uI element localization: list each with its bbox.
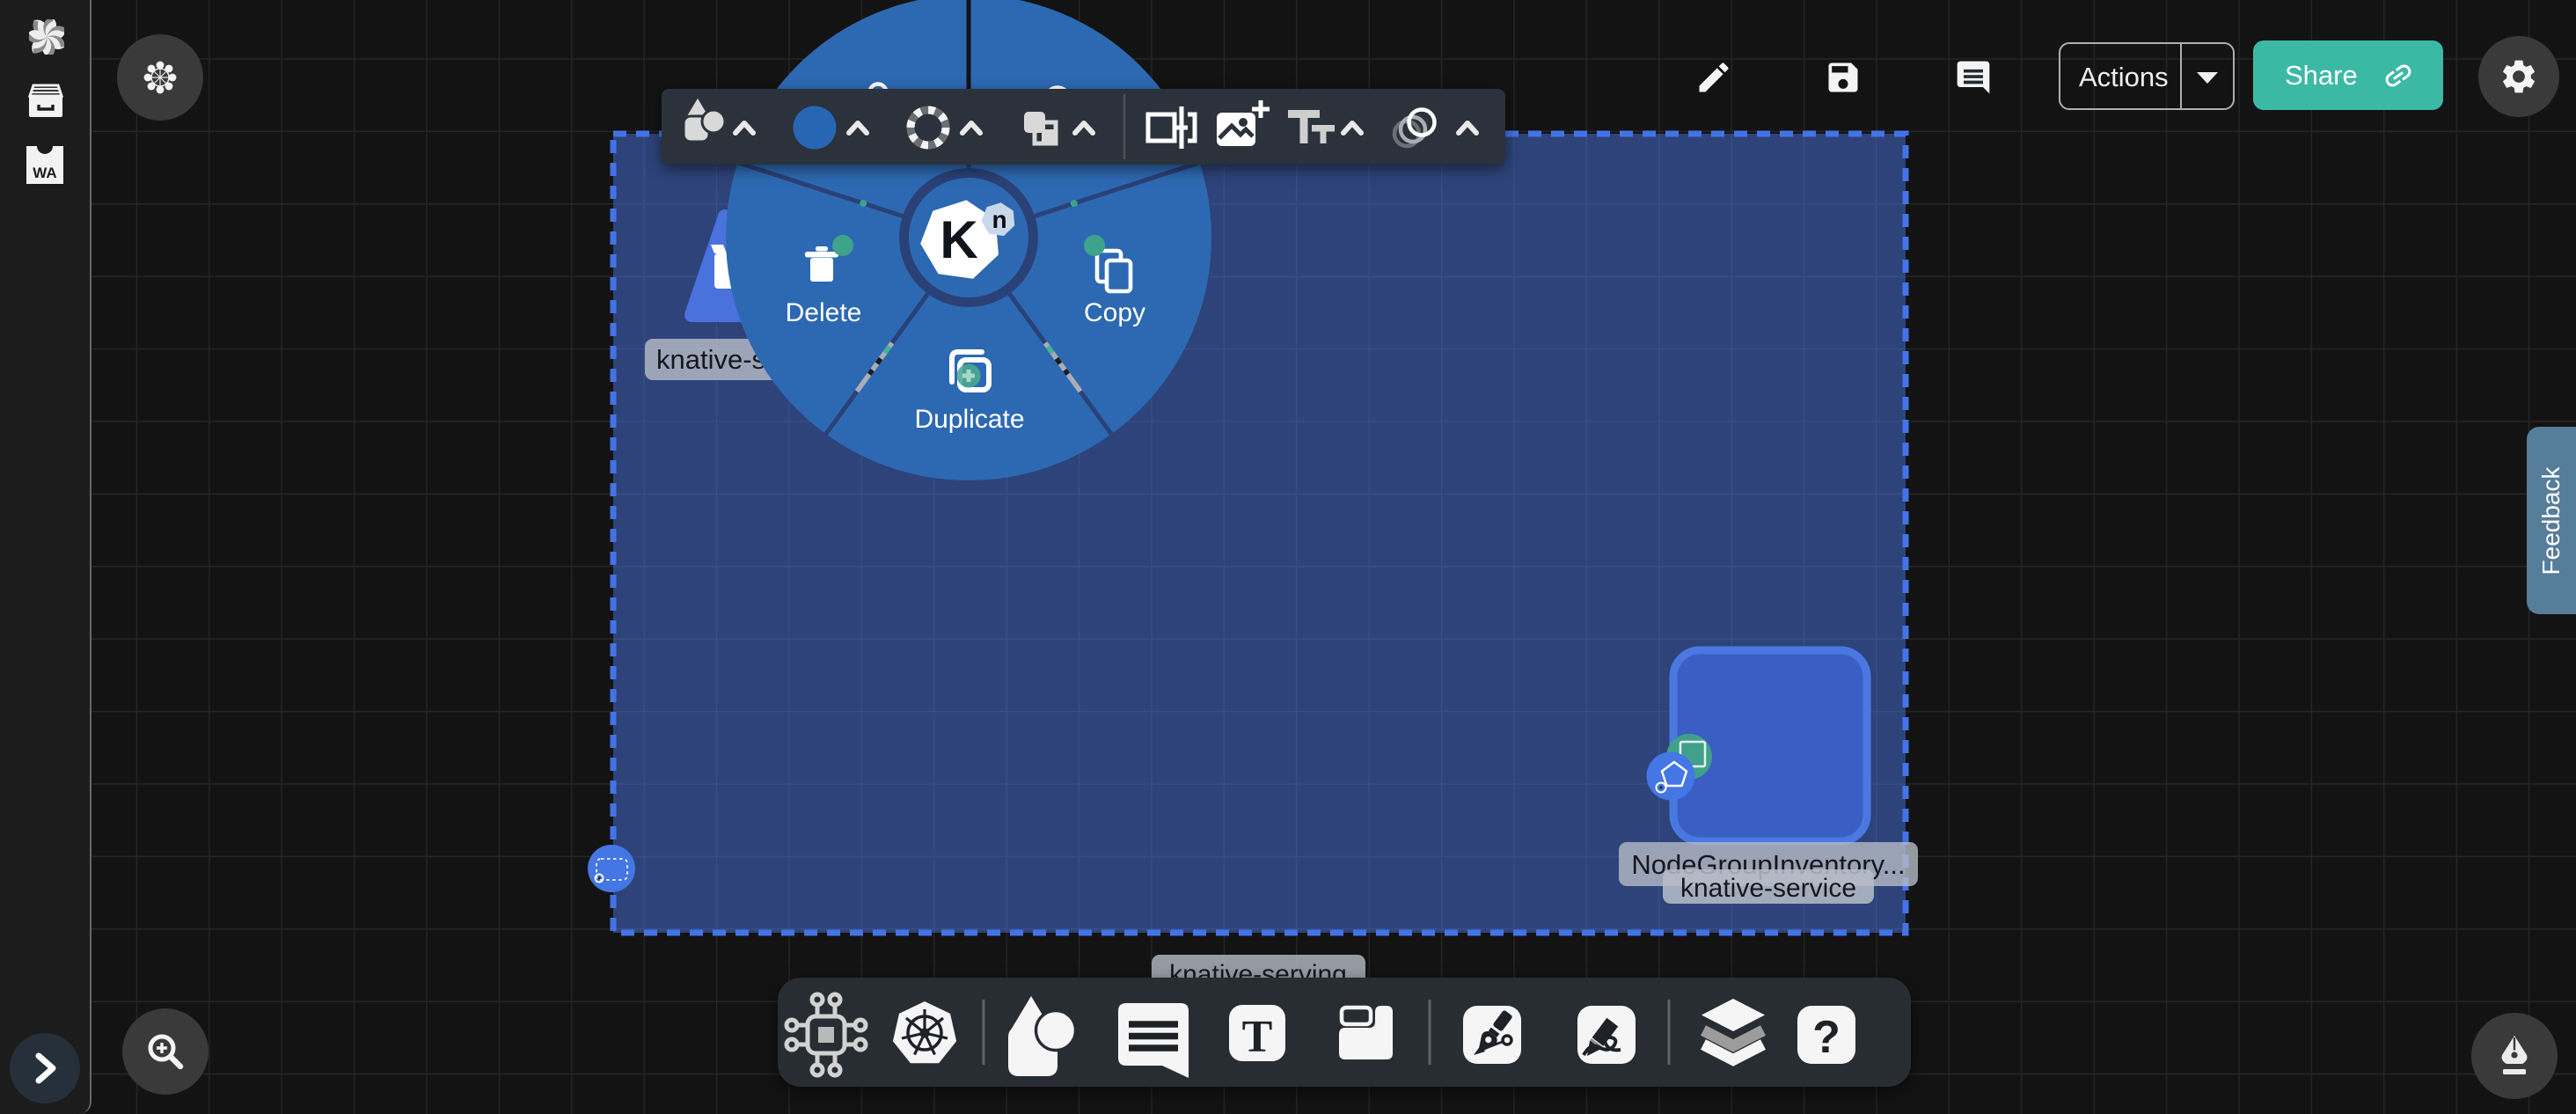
svg-text:?: ? [1812,1012,1841,1063]
svg-text:T: T [1242,1012,1273,1062]
svg-text:n: n [992,206,1006,233]
svg-text:Delete: Delete [786,298,862,327]
svg-text:Copy: Copy [1084,298,1145,327]
svg-text:WA: WA [33,165,56,181]
svg-text:Duplicate: Duplicate [914,405,1024,434]
svg-text:K: K [940,210,977,269]
svg-text:knative-service: knative-service [1680,874,1856,903]
